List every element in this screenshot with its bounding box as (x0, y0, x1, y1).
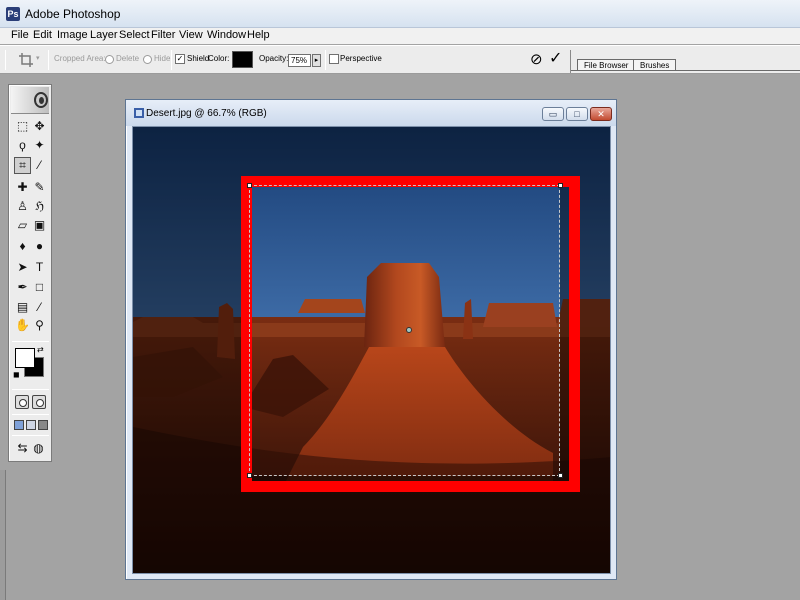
history-brush-tool-icon[interactable]: ℌ (31, 198, 48, 215)
document-title: Desert.jpg @ 66.7% (RGB) (146, 108, 267, 119)
color-label: Color: (208, 54, 230, 63)
dodge-tool-icon[interactable]: ● (31, 238, 48, 255)
menu-filter[interactable]: Filter (151, 29, 175, 41)
foreground-color-swatch[interactable] (15, 348, 35, 368)
document-titlebar[interactable]: Desert.jpg @ 66.7% (RGB) ▭ □ ✕ (126, 100, 616, 126)
blur-tool-icon[interactable]: ♦ (14, 238, 31, 255)
hand-tool-icon[interactable]: ✋ (14, 317, 31, 334)
toolbox-header[interactable] (11, 87, 49, 114)
eraser-tool-icon[interactable]: ▱ (14, 217, 31, 234)
rectangular-marquee-tool-icon[interactable]: ⬚ (14, 118, 31, 135)
shield-label: Shield (187, 54, 210, 63)
move-tool-icon[interactable]: ✥ (31, 118, 48, 135)
swap-colors-icon[interactable]: ⇄ (37, 345, 44, 354)
delete-radio[interactable] (105, 55, 114, 64)
brush-tool-icon[interactable]: ✎ (31, 179, 48, 196)
maximize-button[interactable]: □ (566, 107, 588, 121)
toolbox: ⬚ ✥ ϙ ✦ ⌗ ⁄ ✚ ✎ ♙ ℌ ▱ ▣ ♦ ● ➤ T ✒ □ ▤ ⁄ ✋ ⚲ ⇄ ◼ ⇆ ◍ (8, 84, 52, 462)
preset-dropdown-arrow-icon[interactable]: ▾ (36, 54, 40, 62)
toolbox-divider (12, 414, 49, 415)
jump-to-imageready-icon[interactable]: ⇆ (14, 440, 31, 457)
crop-tool-icon[interactable]: ⌗ (14, 157, 31, 174)
menu-help[interactable]: Help (247, 29, 270, 41)
gradient-tool-icon[interactable]: ▣ (31, 217, 48, 234)
perspective-checkbox[interactable] (329, 54, 339, 64)
menu-file[interactable]: File (11, 29, 29, 41)
palette-well-baseline (571, 70, 800, 71)
notes-tool-icon[interactable]: ▤ (14, 299, 31, 316)
menu-image[interactable]: Image (57, 29, 88, 41)
app-title: Adobe Photoshop (25, 7, 121, 21)
standard-mode-icon[interactable] (15, 395, 29, 409)
toolbox-divider (12, 341, 49, 342)
commit-crop-icon[interactable]: ✓ (549, 51, 562, 67)
crop-handle-top-right[interactable] (558, 183, 563, 188)
opacity-slider-arrow-icon[interactable]: ▸ (312, 54, 321, 67)
crop-tool-preset-icon[interactable] (18, 52, 34, 68)
shield-color-swatch[interactable] (232, 51, 253, 68)
zoom-tool-icon[interactable]: ⚲ (31, 317, 48, 334)
pen-tool-icon[interactable]: ✒ (14, 279, 31, 296)
healing-brush-tool-icon[interactable]: ✚ (14, 179, 31, 196)
toolbox-divider (12, 435, 49, 436)
standard-screen-mode-icon[interactable] (14, 420, 24, 430)
crop-marquee[interactable] (249, 185, 560, 476)
crop-handle-bottom-left[interactable] (247, 473, 252, 478)
close-button[interactable]: ✕ (590, 107, 612, 121)
options-divider (171, 50, 172, 70)
adobe-online-eye-icon[interactable] (34, 92, 48, 108)
toolbox-divider (12, 389, 49, 390)
shield-checkbox[interactable]: ✓ (175, 54, 185, 64)
gripper (5, 50, 6, 70)
document-icon (134, 108, 144, 118)
type-tool-icon[interactable]: T (31, 259, 48, 276)
document-window: Desert.jpg @ 66.7% (RGB) ▭ □ ✕ (125, 99, 617, 580)
lasso-tool-icon[interactable]: ϙ (14, 137, 31, 154)
slice-tool-icon[interactable]: ⁄ (31, 157, 48, 174)
imageready-icon[interactable]: ◍ (30, 440, 47, 457)
opacity-input[interactable]: 75% (288, 54, 311, 67)
hide-label: Hide (154, 54, 171, 63)
palette-well: File Browser Brushes (570, 50, 800, 73)
menu-select[interactable]: Select (119, 29, 150, 41)
magic-wand-tool-icon[interactable]: ✦ (31, 137, 48, 154)
menu-view[interactable]: View (179, 29, 203, 41)
shape-tool-icon[interactable]: □ (31, 279, 48, 296)
eyedropper-tool-icon[interactable]: ⁄ (31, 299, 48, 316)
path-selection-tool-icon[interactable]: ➤ (14, 259, 31, 276)
image-canvas[interactable] (132, 126, 611, 574)
opacity-label: Opacity: (259, 54, 289, 63)
delete-label: Delete (116, 54, 140, 63)
menu-window[interactable]: Window (207, 29, 246, 41)
crop-handle-top-left[interactable] (247, 183, 252, 188)
cropped-area-label: Cropped Area: (54, 54, 106, 63)
full-screen-mode-icon[interactable] (38, 420, 48, 430)
options-divider (325, 50, 326, 70)
full-screen-menu-mode-icon[interactable] (26, 420, 36, 430)
menu-layer[interactable]: Layer (90, 29, 118, 41)
hide-radio[interactable] (143, 55, 152, 64)
crop-handle-bottom-right[interactable] (558, 473, 563, 478)
quick-mask-mode-icon[interactable] (32, 395, 46, 409)
crop-center-point-icon[interactable] (406, 327, 412, 333)
app-titlebar: Ps Adobe Photoshop (0, 0, 800, 28)
left-edge-strip (0, 470, 6, 600)
default-colors-icon[interactable]: ◼ (13, 370, 20, 379)
cancel-crop-icon[interactable]: ⊘ (530, 52, 543, 67)
perspective-label: Perspective (340, 54, 382, 63)
menu-bar: File Edit Image Layer Select Filter View… (0, 28, 800, 44)
menu-edit[interactable]: Edit (33, 29, 52, 41)
clone-stamp-tool-icon[interactable]: ♙ (14, 198, 31, 215)
minimize-button[interactable]: ▭ (542, 107, 564, 121)
photoshop-icon: Ps (6, 7, 20, 21)
options-divider (48, 50, 49, 70)
